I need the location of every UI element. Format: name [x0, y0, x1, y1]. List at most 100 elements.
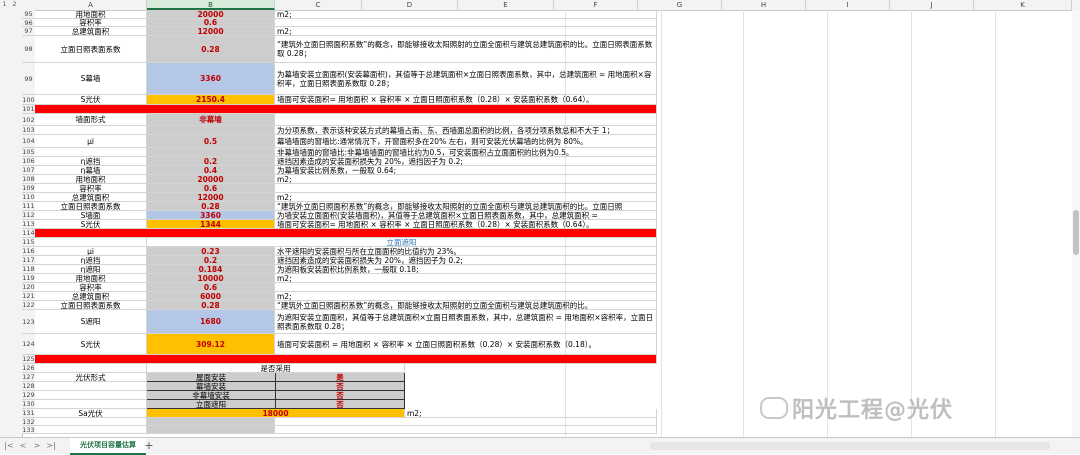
row-number[interactable]: 98: [22, 36, 35, 63]
cell-b[interactable]: 3360: [147, 211, 275, 220]
row-number[interactable]: 115: [22, 238, 35, 247]
cell-b[interactable]: 0.28: [147, 202, 275, 211]
row-number[interactable]: 129: [22, 391, 35, 400]
cell-a[interactable]: μi: [35, 247, 147, 256]
row-number[interactable]: 96: [22, 19, 35, 27]
horizontal-scrollbar[interactable]: [650, 442, 1050, 450]
column-header-i[interactable]: I: [806, 0, 890, 10]
cell-c[interactable]: m2;: [275, 193, 657, 202]
row-number[interactable]: 106: [22, 157, 35, 166]
cell-c[interactable]: [275, 283, 657, 292]
row-number[interactable]: 114: [22, 229, 35, 238]
row-number[interactable]: 103: [22, 126, 35, 135]
cell-c[interactable]: m2;: [275, 27, 657, 36]
row-number[interactable]: 128: [22, 382, 35, 391]
cell-c[interactable]: 幕墙墙面的窗墙比:通常情况下，开窗面积多在20% 左右，则可安装光伏幕墙的比例为…: [275, 135, 657, 148]
option-value-cell[interactable]: 是: [276, 373, 405, 382]
row-number[interactable]: 105: [22, 148, 35, 157]
cell-a[interactable]: 光伏形式: [35, 373, 147, 382]
column-header-h[interactable]: H: [722, 0, 806, 10]
sheet-tab-active[interactable]: 光伏项目容量估算: [70, 438, 146, 455]
cell-a[interactable]: [35, 238, 147, 247]
cell-b[interactable]: 20000: [147, 175, 275, 184]
row-number[interactable]: 133: [22, 426, 35, 434]
cell-a[interactable]: Sa光伏: [35, 409, 147, 418]
row-number[interactable]: 110: [22, 193, 35, 202]
column-header-e[interactable]: E: [458, 0, 554, 10]
row-number[interactable]: 104: [22, 135, 35, 148]
cell-a[interactable]: 用地面积: [35, 10, 147, 19]
cell-b[interactable]: 2150.4: [147, 95, 275, 105]
row-number[interactable]: 113: [22, 220, 35, 229]
cell-b[interactable]: 0.5: [147, 135, 275, 148]
cell-b[interactable]: 6000: [147, 292, 275, 301]
cell-a[interactable]: 容积率: [35, 283, 147, 292]
option-label-cell[interactable]: 屋面安装: [147, 373, 276, 382]
cell-c[interactable]: m2;: [275, 10, 657, 19]
row-number[interactable]: 108: [22, 175, 35, 184]
header-cell[interactable]: 是否采用: [147, 364, 405, 373]
last-sheet-button[interactable]: >|: [46, 440, 56, 451]
cell-a[interactable]: S遮阳: [35, 310, 147, 334]
cell-c[interactable]: 遮挡因素造成的安装面积损失为 20%，遮挡因子为 0.2;: [275, 256, 657, 265]
cell-a[interactable]: S光伏: [35, 95, 147, 105]
cell-a[interactable]: 立面日照表面系数: [35, 202, 147, 211]
cell-b[interactable]: 12000: [147, 27, 275, 36]
row-number[interactable]: 125: [22, 355, 35, 364]
cell-c[interactable]: “建筑外立面日照面积系数”的概念，即能够接收太阳照射的立面全面积与建筑总建筑面积…: [275, 36, 657, 63]
row-number[interactable]: 116: [22, 247, 35, 256]
cell-b[interactable]: 10000: [147, 274, 275, 283]
cell-c[interactable]: [275, 19, 657, 27]
cell-b[interactable]: 20000: [147, 10, 275, 19]
cell-a[interactable]: η遮挡: [35, 157, 147, 166]
cell-a[interactable]: 用地面积: [35, 175, 147, 184]
row-number[interactable]: 109: [22, 184, 35, 193]
unit-cell[interactable]: m2;: [405, 409, 657, 418]
cell-b[interactable]: 0.6: [147, 283, 275, 292]
cell-b[interactable]: 0.23: [147, 247, 275, 256]
row-number[interactable]: 111: [22, 202, 35, 211]
cell-b[interactable]: 0.28: [147, 301, 275, 310]
cell-c[interactable]: 墙面可安装面积 = 用地面积 × 容积率 × 立面日照面积系数（0.28）× 安…: [275, 334, 657, 355]
cell-b[interactable]: 0.6: [147, 184, 275, 193]
cell-c[interactable]: 为幕墙安装比例系数，一般取 0.64;: [275, 166, 657, 175]
row-number[interactable]: 101: [22, 105, 35, 114]
cell-b[interactable]: [147, 418, 275, 426]
cell-b[interactable]: 1344: [147, 220, 275, 229]
option-label-cell[interactable]: 幕墙安装: [147, 382, 276, 391]
cell-b[interactable]: 1680: [147, 310, 275, 334]
cell-c[interactable]: 非幕墙墙面的窗墙比:非幕墙墙面的窗墙比约为0.5，可安装面积占立面面积的比例为0…: [275, 148, 657, 157]
row-number[interactable]: 100: [22, 95, 35, 105]
column-header-c[interactable]: C: [275, 0, 362, 10]
vertical-scrollbar-thumb[interactable]: [1073, 210, 1079, 255]
option-label-cell[interactable]: 非幕墙安装: [147, 391, 276, 400]
option-label-cell[interactable]: 立面遮阳: [147, 400, 276, 409]
prev-sheet-button[interactable]: <: [18, 440, 28, 451]
column-header-f[interactable]: F: [554, 0, 638, 10]
cell-b[interactable]: 0.184: [147, 265, 275, 274]
cell-b[interactable]: 0.28: [147, 36, 275, 63]
cell-a[interactable]: S墙面: [35, 211, 147, 220]
cell-a[interactable]: 容积率: [35, 184, 147, 193]
row-number[interactable]: 124: [22, 334, 35, 355]
cell-c[interactable]: m2;: [275, 175, 657, 184]
row-number[interactable]: 107: [22, 166, 35, 175]
cell-c[interactable]: 墙面可安装面积= 用地面积 × 容积率 × 立面日照面积系数（0.28）× 安装…: [275, 95, 657, 105]
cell-a[interactable]: [35, 382, 147, 391]
option-value-cell[interactable]: 否: [276, 391, 405, 400]
cell-a[interactable]: η遮挡: [35, 256, 147, 265]
cell-c[interactable]: m2;: [275, 292, 657, 301]
column-header-k[interactable]: K: [974, 0, 1072, 10]
cell-b[interactable]: 0.6: [147, 19, 275, 27]
cell-a[interactable]: 总建筑面积: [35, 193, 147, 202]
column-header-j[interactable]: J: [890, 0, 974, 10]
cell-c[interactable]: 遮挡因素造成的安装面积损失为 20%，遮挡因子为 0.2;: [275, 157, 657, 166]
cell-c[interactable]: m2;: [275, 274, 657, 283]
column-header-a[interactable]: A: [35, 0, 147, 10]
cell-c[interactable]: “建筑外立面日照面积系数”的概念，即能够接收太阳照射的立面全面积与建筑总建筑面积…: [275, 301, 657, 310]
result-value-cell[interactable]: 18000: [147, 409, 405, 418]
cell-a[interactable]: S幕墙: [35, 63, 147, 95]
outline-level-1-button[interactable]: 1: [0, 0, 9, 10]
cell-b[interactable]: 0.2: [147, 157, 275, 166]
row-number[interactable]: 118: [22, 265, 35, 274]
